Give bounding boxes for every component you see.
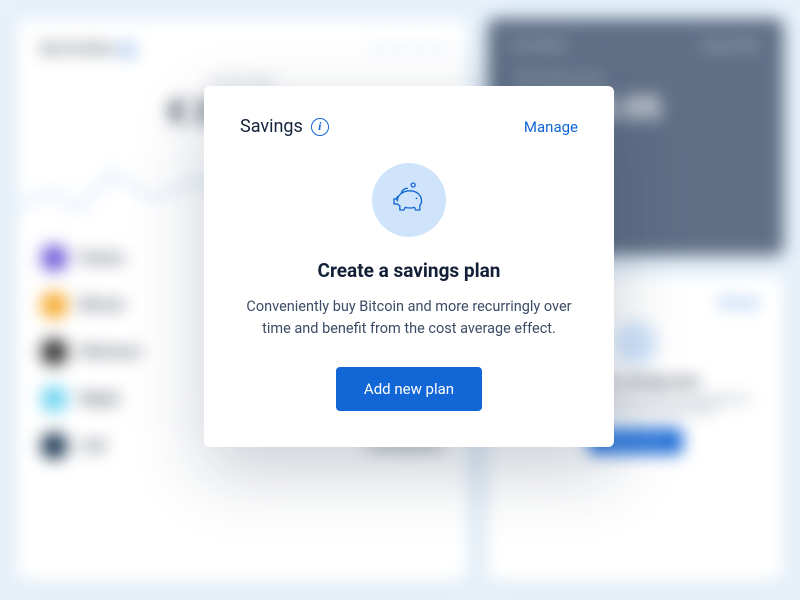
export-link: Export files [703, 39, 759, 52]
modal-title: Savings i [240, 116, 329, 137]
modal-headline: Create a savings plan [240, 259, 578, 282]
asset-icon [41, 245, 68, 272]
action-icon: • [396, 39, 402, 60]
modal-body: Conveniently buy Bitcoin and more recurr… [246, 296, 572, 341]
asset-icon [41, 433, 68, 460]
fee-history-link: Fee history [512, 39, 567, 52]
info-icon[interactable]: i [311, 118, 329, 136]
asset-icon [41, 339, 68, 366]
asset-icon [41, 386, 68, 413]
piggy-bank-icon [614, 321, 657, 364]
portfolio-actions: • • • • [375, 39, 443, 60]
action-icon: • [375, 39, 381, 60]
info-icon [121, 42, 135, 56]
add-new-plan-button[interactable]: Add new plan [336, 367, 482, 411]
manage-link[interactable]: Manage [524, 118, 578, 136]
asset-icon [41, 292, 68, 319]
action-icon: • [416, 39, 422, 60]
fee-subtitle: Total funds in Euro [512, 71, 759, 84]
portfolio-title: My Portfolio [41, 42, 135, 57]
action-icon: • [437, 39, 443, 60]
savings-modal: Savings i Manage Create a savings plan C… [204, 86, 614, 447]
piggy-bank-icon [372, 163, 446, 237]
